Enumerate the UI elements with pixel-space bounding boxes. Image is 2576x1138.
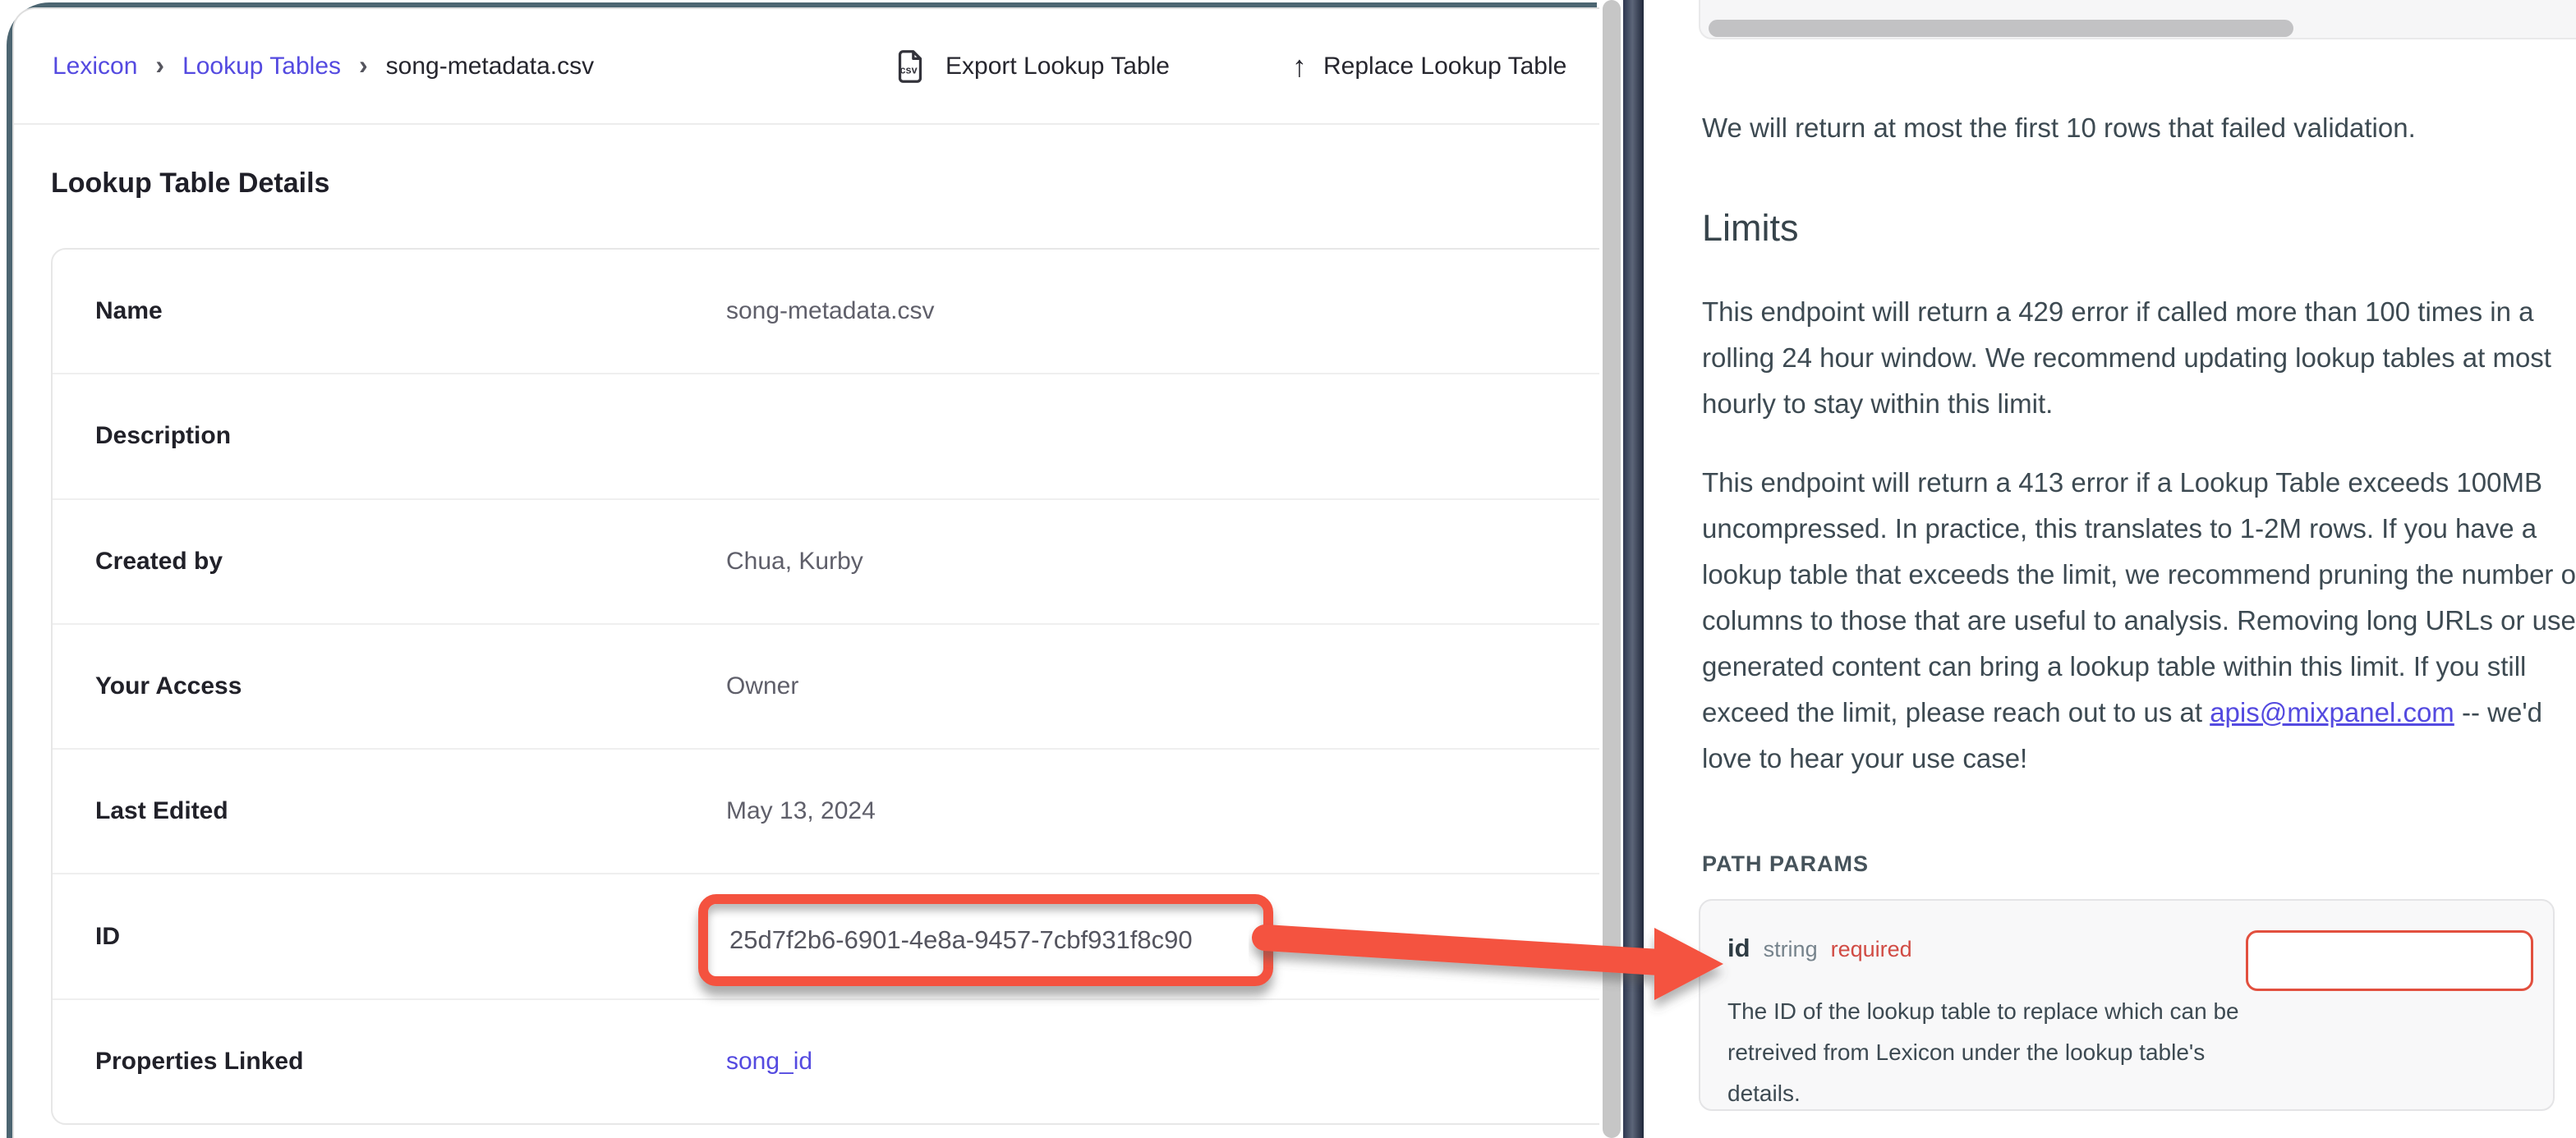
docs-intro-text: We will return at most the first 10 rows… — [1702, 105, 2573, 151]
detail-value-last-edited: May 13, 2024 — [726, 797, 876, 825]
export-lookup-table-button[interactable]: csv Export Lookup Table — [891, 48, 1170, 85]
path-param-card-id: id string required The ID of the lookup … — [1699, 899, 2555, 1111]
detail-row-your-access: Your Access Owner — [53, 625, 1599, 750]
breadcrumb-current-page: song-metadata.csv — [386, 53, 594, 80]
replace-lookup-table-button[interactable]: ↑ Replace Lookup Table — [1292, 52, 1566, 81]
horizontal-scrollbar-thumb[interactable] — [1709, 20, 2293, 37]
modal-header: Lexicon › Lookup Tables › song-metadata.… — [14, 9, 1599, 125]
detail-value-your-access: Owner — [726, 672, 798, 700]
breadcrumb: Lexicon › Lookup Tables › song-metadata.… — [53, 52, 594, 81]
detail-row-name: Name song-metadata.csv — [53, 250, 1599, 374]
lookup-table-details-card: Name song-metadata.csv Description Creat… — [51, 248, 1599, 1125]
param-type: string — [1764, 937, 1818, 962]
detail-label: Properties Linked — [95, 1048, 726, 1076]
limits-paragraph-429: This endpoint will return a 429 error if… — [1702, 289, 2576, 427]
api-docs-panel: We will return at most the first 10 rows… — [1644, 0, 2576, 1138]
horizontal-scroll-container — [1699, 0, 2576, 39]
detail-label: Your Access — [95, 672, 726, 700]
detail-label: ID — [95, 923, 726, 951]
lookup-table-id-value[interactable]: 25d7f2b6-6901-4e8a-9457-7cbf931f8c90 — [729, 925, 1193, 955]
detail-label: Last Edited — [95, 797, 726, 825]
detail-value-created-by: Chua, Kurby — [726, 548, 863, 576]
detail-label: Name — [95, 297, 726, 325]
detail-row-description: Description — [53, 374, 1599, 499]
param-name: id — [1727, 934, 1750, 963]
lookup-table-details-modal: Lexicon › Lookup Tables › song-metadata.… — [12, 7, 1599, 1138]
export-button-label: Export Lookup Table — [945, 53, 1170, 80]
param-required-badge: required — [1831, 937, 1912, 962]
csv-file-icon: csv — [891, 48, 929, 85]
breadcrumb-separator-icon: › — [155, 52, 164, 81]
param-id-input[interactable] — [2246, 930, 2533, 991]
upload-arrow-icon: ↑ — [1292, 52, 1307, 81]
detail-row-last-edited: Last Edited May 13, 2024 — [53, 750, 1599, 874]
window-divider-edge — [1623, 0, 1644, 1138]
svg-text:csv: csv — [900, 64, 918, 76]
replace-button-label: Replace Lookup Table — [1323, 53, 1566, 80]
limits-paragraph-413: This endpoint will return a 413 error if… — [1702, 460, 2576, 782]
path-params-heading: PATH PARAMS — [1702, 851, 1869, 877]
param-header: id string required — [1727, 934, 1912, 963]
limits-heading: Limits — [1702, 207, 1799, 250]
left-window-scrollbar-thumb[interactable] — [1603, 0, 1621, 1138]
breadcrumb-link-lookup-tables[interactable]: Lookup Tables — [182, 53, 341, 80]
detail-row-properties-linked: Properties Linked song_id — [53, 1000, 1599, 1123]
screenshot-root: Lexicon › Lookup Tables › song-metadata.… — [0, 0, 2576, 1138]
id-value-annotation-box: 25d7f2b6-6901-4e8a-9457-7cbf931f8c90 — [698, 894, 1273, 986]
properties-linked-song-id-link[interactable]: song_id — [726, 1048, 812, 1076]
page-title: Lookup Table Details — [51, 167, 329, 200]
paragraph-text: This endpoint will return a 413 error if… — [1702, 467, 2576, 727]
apis-mixpanel-email-link[interactable]: apis@mixpanel.com — [2210, 697, 2454, 727]
breadcrumb-separator-icon: › — [359, 52, 368, 81]
param-description: The ID of the lookup table to replace wh… — [1727, 991, 2245, 1114]
detail-row-created-by: Created by Chua, Kurby — [53, 500, 1599, 625]
detail-label: Description — [95, 422, 726, 450]
detail-label: Created by — [95, 548, 726, 576]
detail-value-name: song-metadata.csv — [726, 297, 934, 325]
breadcrumb-link-lexicon[interactable]: Lexicon — [53, 53, 137, 80]
